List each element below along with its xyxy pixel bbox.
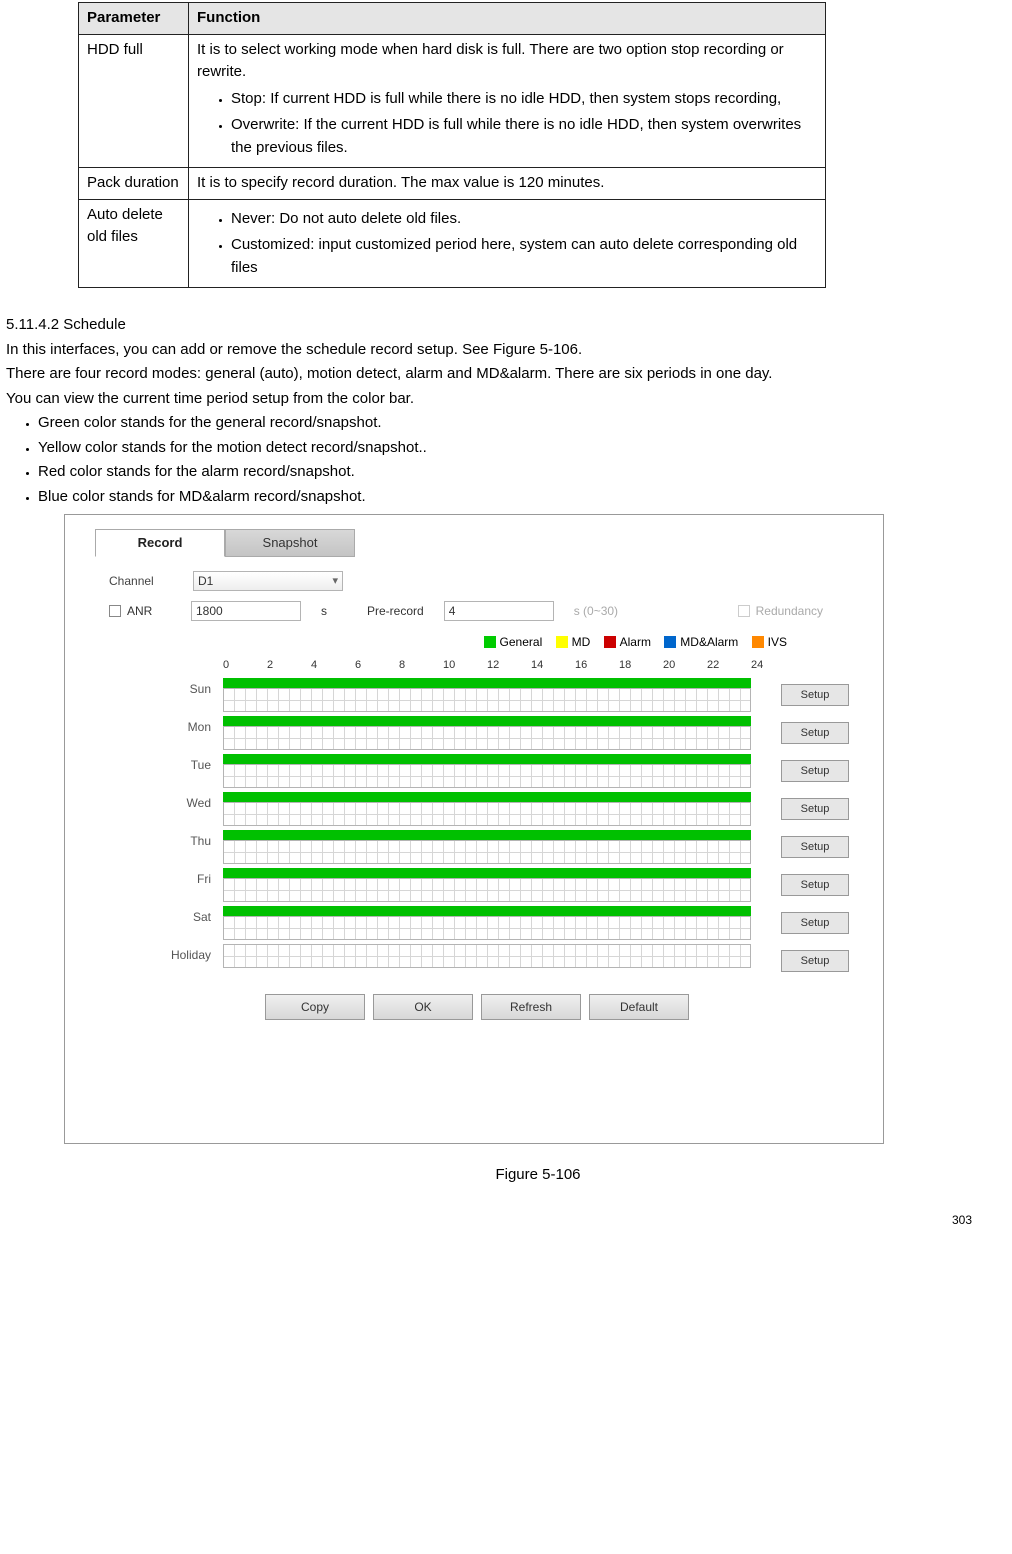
prerecord-input[interactable]: 4	[444, 601, 554, 621]
grid-wed[interactable]	[223, 802, 751, 826]
legend-mdalarm: MD&Alarm	[680, 633, 738, 651]
section-number: 5.11.4.2 Schedule	[0, 314, 1012, 337]
legend-general: General	[500, 633, 543, 651]
section-b3: Red color stands for the alarm record/sn…	[38, 461, 1012, 484]
section-b2: Yellow color stands for the motion detec…	[38, 437, 1012, 460]
bar-tue[interactable]	[223, 754, 751, 764]
redundancy-checkbox[interactable]	[738, 605, 750, 617]
tick-18: 18	[619, 657, 663, 674]
tick-6: 6	[355, 657, 399, 674]
section-p3: You can view the current time period set…	[0, 388, 1012, 411]
setup-button-holiday[interactable]: Setup	[781, 950, 849, 972]
grid-fri[interactable]	[223, 878, 751, 902]
legend-sw-md	[556, 636, 568, 648]
redundancy-label: Redundancy	[756, 602, 823, 620]
legend-sw-ivs	[752, 636, 764, 648]
channel-select[interactable]: D1	[193, 571, 343, 591]
default-button[interactable]: Default	[589, 994, 689, 1020]
setup-button-thu[interactable]: Setup	[781, 836, 849, 858]
prerecord-range: s (0~30)	[574, 602, 618, 620]
tab-record[interactable]: Record	[95, 529, 225, 557]
tick-12: 12	[487, 657, 531, 674]
tab-snapshot[interactable]: Snapshot	[225, 529, 355, 557]
grid-thu[interactable]	[223, 840, 751, 864]
section-b1: Green color stands for the general recor…	[38, 412, 1012, 435]
refresh-button[interactable]: Refresh	[481, 994, 581, 1020]
day-wed: Wed	[163, 792, 223, 812]
grid-sun[interactable]	[223, 688, 751, 712]
func-hdd-full: It is to select working mode when hard d…	[189, 34, 826, 168]
tick-4: 4	[311, 657, 355, 674]
legend-ivs: IVS	[768, 633, 787, 651]
section-p1: In this interfaces, you can add or remov…	[0, 339, 1012, 362]
setup-button-sun[interactable]: Setup	[781, 684, 849, 706]
param-auto-delete: Auto delete old files	[79, 199, 189, 288]
day-sun: Sun	[163, 678, 223, 698]
setup-button-wed[interactable]: Setup	[781, 798, 849, 820]
bar-thu[interactable]	[223, 830, 751, 840]
bar-fri[interactable]	[223, 868, 751, 878]
func-pack-duration: It is to specify record duration. The ma…	[189, 168, 826, 200]
tick-22: 22	[707, 657, 751, 674]
legend-sw-mdalarm	[664, 636, 676, 648]
grid-holiday[interactable]	[223, 944, 751, 968]
legend-sw-general	[484, 636, 496, 648]
tick-16: 16	[575, 657, 619, 674]
grid-sat[interactable]	[223, 916, 751, 940]
bar-mon[interactable]	[223, 716, 751, 726]
tick-24: 24	[751, 657, 771, 674]
tick-14: 14	[531, 657, 575, 674]
day-thu: Thu	[163, 830, 223, 850]
schedule-panel: Record Snapshot Channel D1 ANR 1800 s Pr…	[64, 514, 884, 1144]
func-hdd-full-b1: Stop: If current HDD is full while there…	[231, 88, 817, 111]
figure-caption: Figure 5-106	[64, 1164, 1012, 1187]
copy-button[interactable]: Copy	[265, 994, 365, 1020]
channel-label: Channel	[109, 572, 193, 590]
day-holiday: Holiday	[163, 944, 223, 964]
tick-20: 20	[663, 657, 707, 674]
bar-wed[interactable]	[223, 792, 751, 802]
tick-2: 2	[267, 657, 311, 674]
legend-md: MD	[572, 633, 591, 651]
day-sat: Sat	[163, 906, 223, 926]
day-mon: Mon	[163, 716, 223, 736]
legend: General MD Alarm MD&Alarm IVS	[65, 633, 883, 653]
ok-button[interactable]: OK	[373, 994, 473, 1020]
anr-input[interactable]: 1800	[191, 601, 301, 621]
func-hdd-full-b2: Overwrite: If the current HDD is full wh…	[231, 114, 817, 159]
legend-sw-alarm	[604, 636, 616, 648]
legend-alarm: Alarm	[620, 633, 651, 651]
setup-button-sat[interactable]: Setup	[781, 912, 849, 934]
page-number: 303	[0, 1211, 1012, 1229]
bar-sun[interactable]	[223, 678, 751, 688]
th-parameter: Parameter	[79, 3, 189, 35]
section-b4: Blue color stands for MD&alarm record/sn…	[38, 486, 1012, 509]
bar-sat[interactable]	[223, 906, 751, 916]
tick-8: 8	[399, 657, 443, 674]
func-auto-delete-b1: Never: Do not auto delete old files.	[231, 208, 817, 231]
setup-button-mon[interactable]: Setup	[781, 722, 849, 744]
tick-10: 10	[443, 657, 487, 674]
grid-tue[interactable]	[223, 764, 751, 788]
prerecord-label: Pre-record	[367, 602, 424, 620]
tick-0: 0	[223, 657, 267, 674]
grid-mon[interactable]	[223, 726, 751, 750]
func-auto-delete-b2: Customized: input customized period here…	[231, 234, 817, 279]
setup-button-fri[interactable]: Setup	[781, 874, 849, 896]
parameter-table: Parameter Function HDD full It is to sel…	[78, 2, 826, 288]
anr-checkbox[interactable]	[109, 605, 121, 617]
param-hdd-full: HDD full	[79, 34, 189, 168]
setup-button-tue[interactable]: Setup	[781, 760, 849, 782]
anr-label: ANR	[127, 602, 191, 620]
func-hdd-full-intro: It is to select working mode when hard d…	[197, 41, 784, 81]
param-pack-duration: Pack duration	[79, 168, 189, 200]
section-p2: There are four record modes: general (au…	[0, 363, 1012, 386]
day-tue: Tue	[163, 754, 223, 774]
th-function: Function	[189, 3, 826, 35]
func-auto-delete: Never: Do not auto delete old files. Cus…	[189, 199, 826, 288]
day-fri: Fri	[163, 868, 223, 888]
anr-unit: s	[321, 602, 327, 620]
